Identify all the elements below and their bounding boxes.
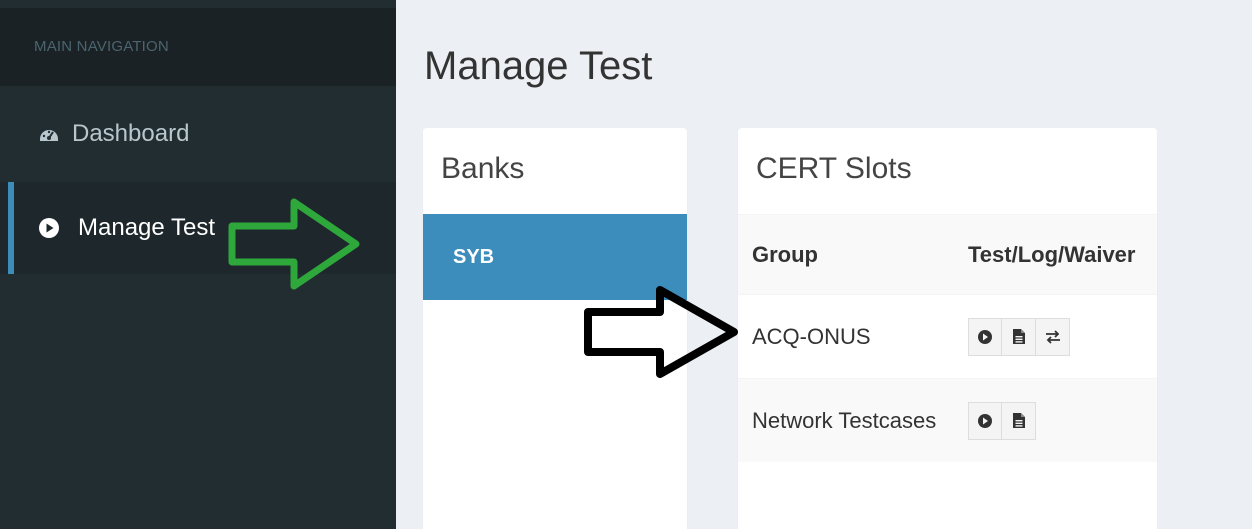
play-icon [978,413,992,428]
run-test-button[interactable] [968,401,1002,440]
group-name: Network Testcases [752,407,937,433]
group-name: ACQ-ONUS [752,323,871,349]
green-arrow-annotation [228,198,360,290]
play-icon [978,329,992,344]
table-row: ACQ-ONUS [738,294,1157,378]
table-header: Group Test/Log/Waiver [738,214,1157,294]
waiver-button[interactable] [1036,317,1070,356]
file-icon [1012,329,1025,344]
action-buttons [968,317,1070,356]
dashboard-icon [38,123,60,145]
sidebar-header: MAIN NAVIGATION [0,8,396,86]
column-header-actions: Test/Log/Waiver [968,241,1136,267]
view-log-button[interactable] [1002,317,1036,356]
view-log-button[interactable] [1002,401,1036,440]
black-arrow-annotation [584,286,738,378]
sidebar-item-label: Manage Test [78,214,215,241]
run-test-button[interactable] [968,317,1002,356]
table-row: Network Testcases [738,378,1157,462]
action-buttons [968,401,1036,440]
play-circle-icon [38,217,60,239]
active-indicator [8,182,14,274]
sidebar-item-dashboard[interactable]: Dashboard [0,86,396,182]
exchange-icon [1045,329,1060,344]
column-header-group: Group [752,241,818,267]
cert-slots-panel: CERT Slots Group Test/Log/Waiver ACQ-ONU… [738,128,1157,529]
file-icon [1012,413,1025,428]
cert-slots-title: CERT Slots [756,152,912,185]
sidebar-item-label: Dashboard [72,120,190,147]
banks-title: Banks [441,152,525,185]
page-title: Manage Test [424,44,653,88]
